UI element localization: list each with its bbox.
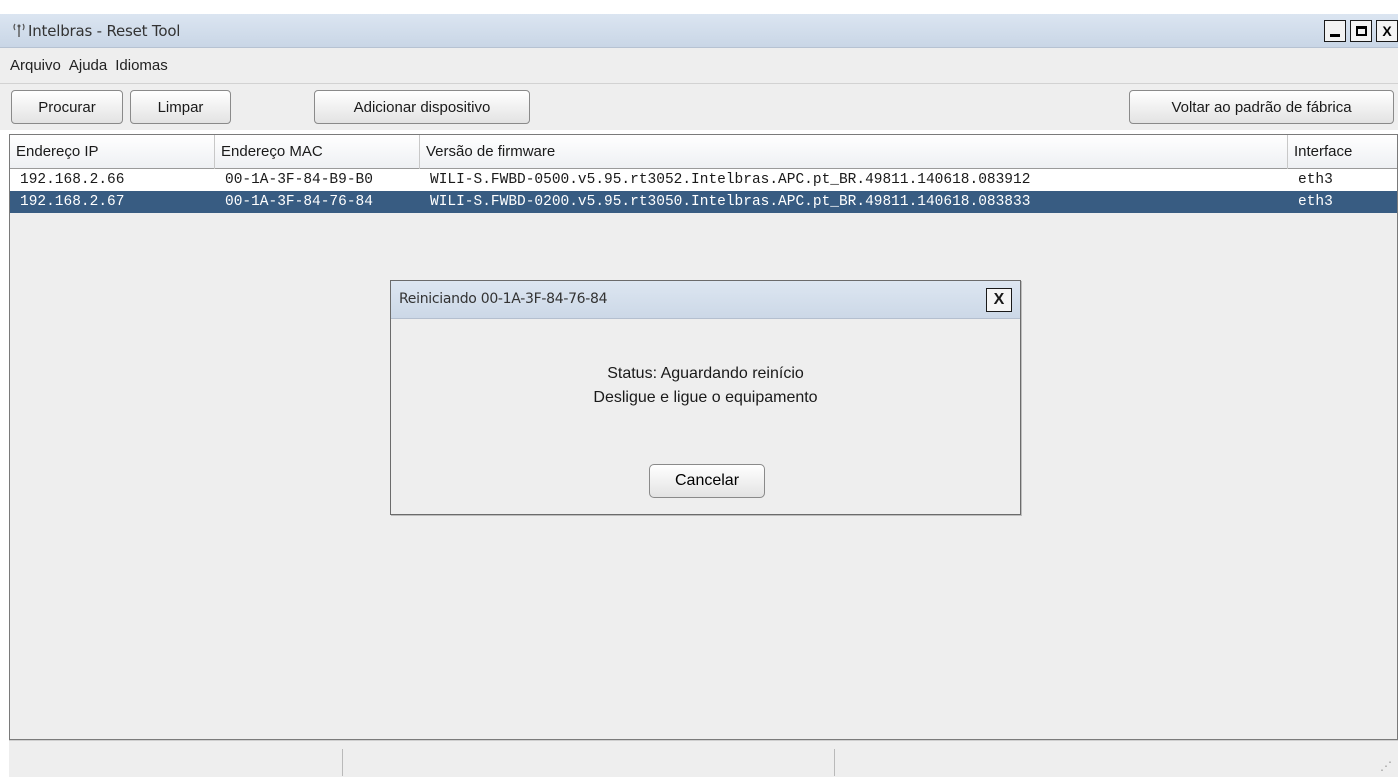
status-divider xyxy=(342,749,343,776)
minimize-button[interactable] xyxy=(1324,20,1346,42)
cell-firmware: WILI-S.FWBD-0200.v5.95.rt3050.Intelbras.… xyxy=(430,194,1031,210)
column-header-ip[interactable]: Endereço IP xyxy=(10,135,215,169)
table-header: Endereço IP Endereço MAC Versão de firmw… xyxy=(10,135,1397,169)
toolbar: Procurar Limpar Adicionar dispositivo Vo… xyxy=(0,84,1398,130)
table-body: 192.168.2.66 00-1A-3F-84-B9-B0 WILI-S.FW… xyxy=(10,169,1397,213)
cell-firmware: WILI-S.FWBD-0500.v5.95.rt3052.Intelbras.… xyxy=(430,172,1031,188)
factory-reset-button[interactable]: Voltar ao padrão de fábrica xyxy=(1129,90,1394,124)
window-titlebar[interactable]: Intelbras - Reset Tool X xyxy=(0,14,1398,48)
status-bar: ⋰ xyxy=(9,740,1398,777)
close-icon: X xyxy=(993,291,1005,308)
window-title: Intelbras - Reset Tool xyxy=(28,22,181,40)
window-controls: X xyxy=(1320,20,1398,44)
dialog-titlebar[interactable]: Reiniciando 00-1A-3F-84-76-84 X xyxy=(391,281,1020,319)
resize-grip-icon[interactable]: ⋰ xyxy=(1380,759,1392,773)
search-button[interactable]: Procurar xyxy=(11,90,123,124)
add-device-button[interactable]: Adicionar dispositivo xyxy=(314,90,530,124)
reboot-dialog: Reiniciando 00-1A-3F-84-76-84 X Status: … xyxy=(390,280,1021,515)
menu-ajuda[interactable]: Ajuda xyxy=(69,57,107,74)
column-header-firmware[interactable]: Versão de firmware xyxy=(420,135,1288,169)
table-row[interactable]: 192.168.2.66 00-1A-3F-84-B9-B0 WILI-S.FW… xyxy=(10,169,1397,191)
cell-interface: eth3 xyxy=(1298,172,1333,188)
cell-ip: 192.168.2.67 xyxy=(20,194,125,210)
dialog-title: Reiniciando 00-1A-3F-84-76-84 xyxy=(399,291,608,307)
column-header-interface[interactable]: Interface xyxy=(1288,135,1398,169)
minimize-icon xyxy=(1330,33,1340,37)
cancel-button[interactable]: Cancelar xyxy=(649,464,765,498)
menu-bar: Arquivo Ajuda Idiomas xyxy=(0,48,1398,84)
cell-ip: 192.168.2.66 xyxy=(20,172,125,188)
dialog-instruction-text: Desligue e ligue o equipamento xyxy=(593,389,818,406)
cell-mac: 00-1A-3F-84-B9-B0 xyxy=(225,172,373,188)
cell-mac: 00-1A-3F-84-76-84 xyxy=(225,194,373,210)
maximize-button[interactable] xyxy=(1350,20,1372,42)
cell-interface: eth3 xyxy=(1298,194,1333,210)
menu-idiomas[interactable]: Idiomas xyxy=(115,57,168,74)
clear-button[interactable]: Limpar xyxy=(130,90,231,124)
antenna-icon xyxy=(12,22,26,38)
menu-arquivo[interactable]: Arquivo xyxy=(10,57,61,74)
close-button[interactable]: X xyxy=(1376,20,1398,42)
close-icon: X xyxy=(1382,23,1392,39)
dialog-close-button[interactable]: X xyxy=(986,288,1012,312)
table-row-selected[interactable]: 192.168.2.67 00-1A-3F-84-76-84 WILI-S.FW… xyxy=(10,191,1397,213)
status-divider xyxy=(834,749,835,776)
column-header-mac[interactable]: Endereço MAC xyxy=(215,135,420,169)
maximize-icon xyxy=(1355,26,1367,36)
dialog-status-text: Status: Aguardando reinício xyxy=(607,365,804,382)
